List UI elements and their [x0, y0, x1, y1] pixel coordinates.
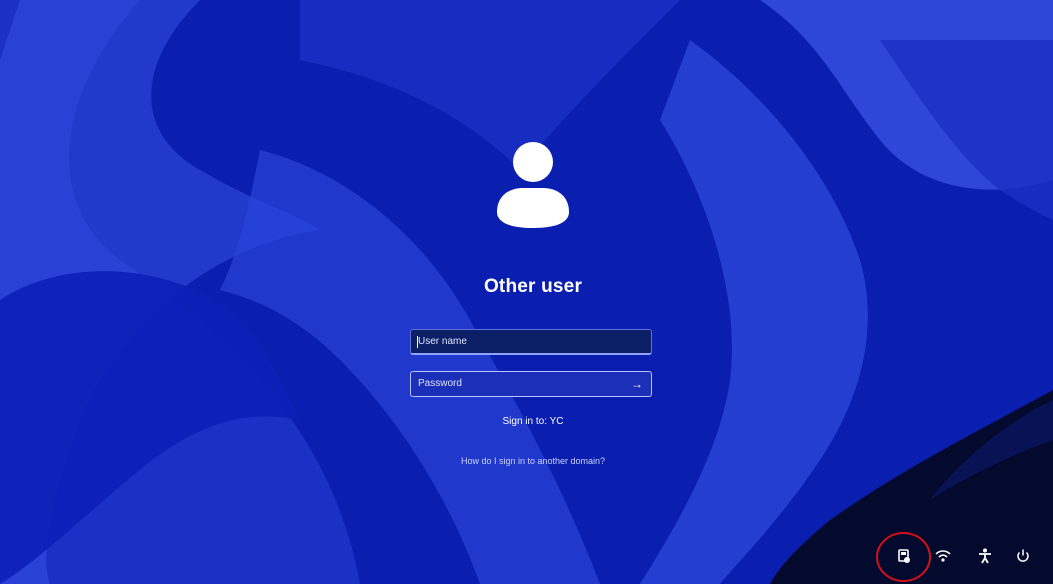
wifi-icon[interactable] — [933, 546, 953, 566]
login-screen: Other user User name Password → Sign in … — [0, 0, 1053, 584]
arrow-right-icon[interactable]: → — [629, 376, 645, 392]
sign-in-domain-label: Sign in to: YC — [502, 416, 564, 427]
user-avatar-icon — [497, 142, 569, 228]
username-placeholder: User name — [418, 336, 467, 347]
user-title: Other user — [483, 276, 583, 297]
password-input[interactable]: Password → — [410, 371, 652, 397]
password-placeholder: Password — [418, 378, 462, 389]
other-domain-help-link[interactable]: How do I sign in to another domain? — [400, 456, 666, 466]
network-settings-icon[interactable] — [894, 546, 914, 566]
power-icon[interactable] — [1013, 546, 1033, 566]
accessibility-icon[interactable] — [975, 546, 995, 566]
username-input[interactable]: User name — [410, 329, 652, 355]
